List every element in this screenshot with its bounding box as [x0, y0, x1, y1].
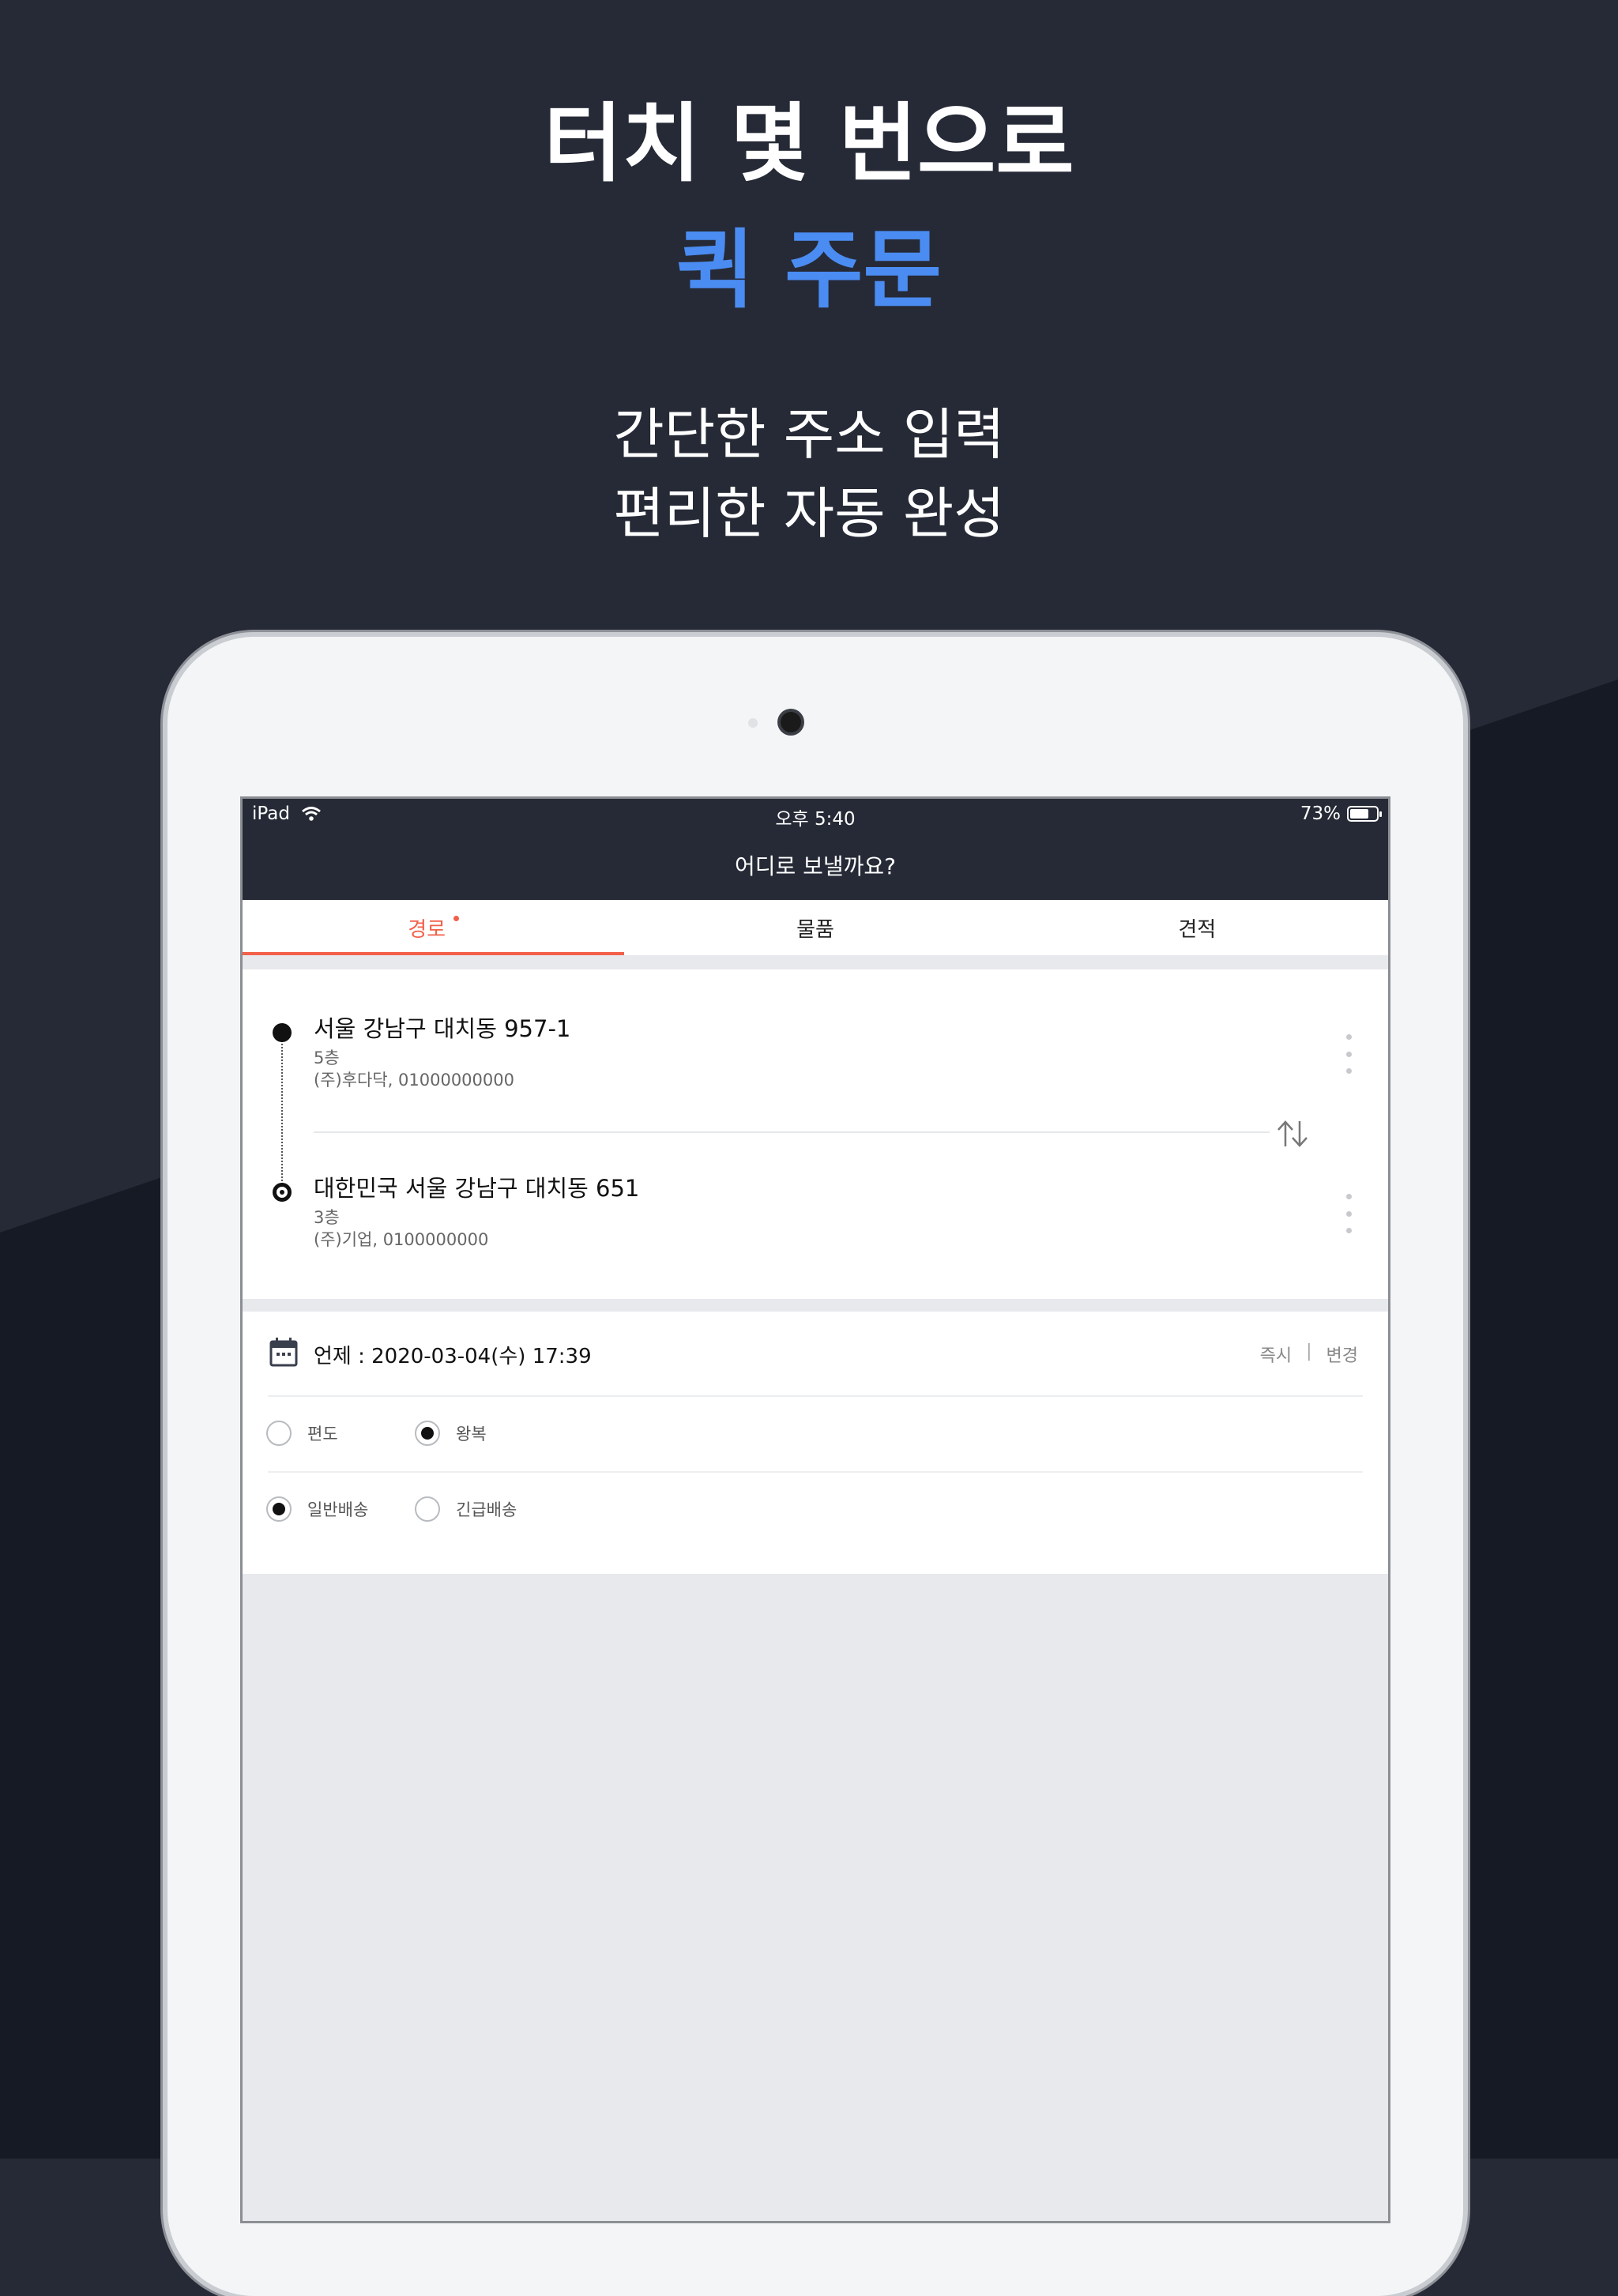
schedule-text: 언제 : 2020-03-04(수) 17:39: [314, 1345, 592, 1368]
tab-route[interactable]: 경로: [243, 900, 625, 955]
new-indicator-dot: [453, 915, 460, 921]
battery-percent: 73%: [1300, 804, 1341, 824]
urgent-delivery-label: 긴급배송: [456, 1500, 517, 1519]
now-button[interactable]: 즉시: [1260, 1342, 1292, 1367]
light-sensor: [748, 718, 758, 728]
trip-type-row: 편도 왕복: [243, 1397, 1388, 1473]
tab-route-label: 경로: [408, 917, 446, 942]
normal-delivery-radio[interactable]: 일반배송: [266, 1496, 368, 1522]
normal-delivery-radio-circle: [266, 1496, 292, 1522]
subheadline-line2: 편리한 자동 완성: [613, 481, 1005, 546]
tab-bar: 경로 물품 견적: [243, 900, 1388, 955]
one-way-radio-circle: [266, 1421, 292, 1446]
route-card: 서울 강남구 대치동 957-1 5층 (주)후다닥, 01000000000 …: [243, 969, 1388, 1299]
battery-icon: [1347, 806, 1382, 822]
origin-more-icon[interactable]: [1341, 1034, 1356, 1074]
calendar-icon: [269, 1338, 298, 1367]
destination-marker-icon: [273, 1183, 292, 1202]
destination-floor: 3층: [314, 1208, 340, 1227]
tab-item[interactable]: 물품: [624, 900, 1006, 955]
destination-address: 대한민국 서울 강남구 대치동 651: [314, 1175, 640, 1202]
one-way-label: 편도: [307, 1425, 338, 1443]
change-button[interactable]: 변경: [1326, 1342, 1358, 1367]
origin-marker-icon: [273, 1023, 292, 1042]
subheadline-line1: 간단한 주소 입력: [613, 402, 1005, 467]
origin-address: 서울 강남구 대치동 957-1: [314, 1015, 571, 1042]
destination-more-icon[interactable]: [1341, 1194, 1356, 1233]
tab-estimate-label: 견적: [1178, 917, 1217, 942]
urgent-delivery-radio-circle: [415, 1496, 440, 1522]
normal-delivery-label: 일반배송: [307, 1500, 369, 1519]
route-connector: [281, 1034, 283, 1200]
ipad-frame: iPad 오후 5:40 73% 어디로 보낼까요? 경로 물품 견적 서울 강…: [167, 637, 1463, 2296]
round-trip-label: 왕복: [456, 1425, 487, 1443]
destination-contact: (주)기업, 0100000000: [314, 1230, 489, 1249]
action-separator: |: [1306, 1342, 1312, 1361]
delivery-type-row: 일반배송 긴급배송: [243, 1473, 1388, 1549]
one-way-radio[interactable]: 편도: [266, 1421, 338, 1446]
origin-contact: (주)후다닥, 01000000000: [314, 1071, 514, 1090]
swap-arrows-icon[interactable]: [1274, 1118, 1311, 1150]
section-gap: [243, 955, 1388, 969]
front-camera: [781, 712, 801, 732]
tab-estimate[interactable]: 견적: [1007, 900, 1388, 955]
headline-line1: 터치 몇 번으로: [544, 95, 1074, 194]
nav-bar: 어디로 보낼까요?: [243, 830, 1388, 900]
round-trip-radio[interactable]: 왕복: [415, 1421, 487, 1446]
round-trip-radio-circle: [415, 1421, 440, 1446]
headline-line2: 퀵 주문: [676, 221, 942, 320]
urgent-delivery-radio[interactable]: 긴급배송: [415, 1496, 517, 1522]
status-bar: iPad 오후 5:40 73%: [243, 799, 1388, 830]
app-screen: iPad 오후 5:40 73% 어디로 보낼까요? 경로 물품 견적 서울 강…: [240, 796, 1390, 2223]
origin-floor: 5층: [314, 1048, 340, 1067]
schedule-actions: 즉시 | 변경: [1260, 1342, 1358, 1367]
stop-divider: [314, 1131, 1270, 1133]
page-title: 어디로 보낼까요?: [734, 853, 897, 879]
status-time: 오후 5:40: [775, 809, 856, 830]
tab-item-label: 물품: [796, 917, 834, 942]
options-card: 언제 : 2020-03-04(수) 17:39 즉시 | 변경 편도 왕복 일…: [243, 1312, 1388, 1574]
